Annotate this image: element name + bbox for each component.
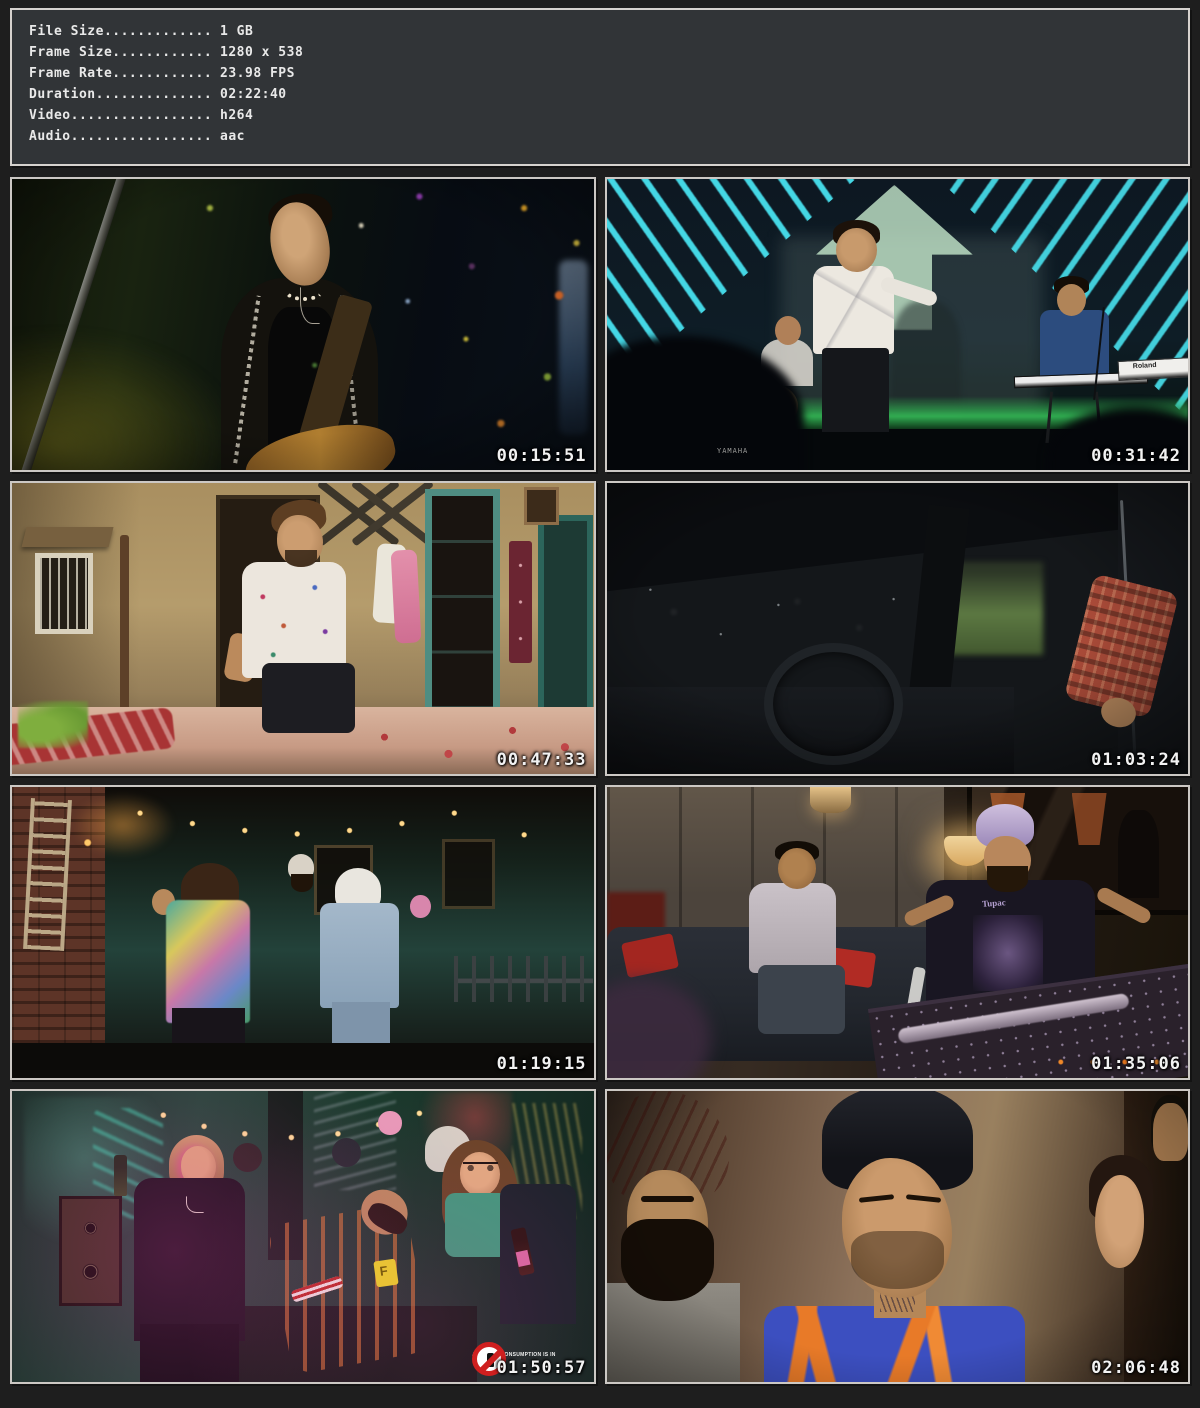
info-value: 23.98 FPS [212, 66, 295, 81]
frame-timestamp: 01:19:15 [497, 1054, 587, 1074]
vignette-overlay [12, 179, 594, 470]
info-row-frame-size: Frame Size............1280 x 538 [29, 42, 1188, 63]
keyboardist-face [1057, 284, 1086, 316]
info-label: Duration [29, 87, 96, 102]
vignette-overlay [607, 1091, 1189, 1382]
info-label: Frame Size [29, 45, 112, 60]
tshirt-graphic [973, 915, 1043, 991]
seated-man-face [778, 848, 816, 889]
turban-man-beard [291, 874, 313, 891]
info-label: File Size [29, 24, 104, 39]
teal-door-far [538, 515, 593, 713]
video-frame-thumbnail-7: F ALCOHOL CONSUMPTION IS IN 01:50:57 [10, 1089, 596, 1384]
hanging-clothes-pink [390, 549, 421, 643]
video-frame-thumbnail-2: YAMAHA Roland 00:31:42 [605, 177, 1191, 472]
info-row-frame-rate: Frame Rate............23.98 FPS [29, 63, 1188, 84]
doodle-shirt [242, 562, 347, 678]
video-frame-thumbnail-5: 01:19:15 [10, 785, 596, 1080]
window-awning [21, 527, 113, 547]
info-label: Frame Rate [29, 66, 112, 81]
frame-timestamp: 01:03:24 [1091, 750, 1181, 770]
video-frame-thumbnail-3: 00:47:33 [10, 481, 596, 776]
contact-sheet-page: File Size.............1 GB Frame Size...… [0, 8, 1200, 1384]
plant-leaves [18, 701, 88, 748]
info-dots: ................. [71, 129, 213, 144]
video-frame-thumbnail-1: 00:15:51 [10, 177, 596, 472]
drum-brand-label: YAMAHA [717, 447, 748, 455]
wall-textile [509, 541, 532, 663]
seated-man-jeans [758, 965, 845, 1035]
singer-pants [822, 348, 889, 432]
singer-face [836, 228, 877, 272]
denim-jacket [320, 903, 399, 1008]
drummer-face [775, 316, 801, 345]
info-row-video: Video.................h264 [29, 105, 1188, 126]
info-row-file-size: File Size.............1 GB [29, 21, 1188, 42]
picture-frame [524, 487, 559, 525]
info-label: Audio [29, 129, 71, 144]
bystander-face [410, 895, 430, 918]
thumbnail-grid: 00:15:51 YAMAHA Roland [10, 177, 1190, 1384]
media-info-panel: File Size.............1 GB Frame Size...… [10, 8, 1190, 166]
seated-man-sweatshirt [749, 883, 836, 973]
figure-behind-glass [1118, 810, 1159, 897]
video-frame-thumbnail-6: Tupac 01:35:06 [605, 785, 1191, 1080]
producer-beard [987, 866, 1028, 892]
patch-letter: F [374, 1258, 398, 1279]
man-pants [262, 663, 355, 733]
wall-sconce [810, 787, 851, 813]
vignette-overlay [607, 483, 1189, 774]
video-frame-thumbnail-8: 02:06:48 [605, 1089, 1191, 1384]
railing [454, 956, 594, 1003]
colorful-shawl [166, 900, 250, 1022]
letter-patch: F [374, 1258, 400, 1287]
roland-keyboard: Roland [1118, 357, 1190, 381]
info-value: 1 GB [212, 24, 253, 39]
frame-timestamp: 01:35:06 [1091, 1054, 1181, 1074]
info-dots: ............ [112, 66, 212, 81]
drain-pipe [120, 535, 129, 721]
frame-timestamp: 02:06:48 [1091, 1358, 1181, 1378]
info-value: 02:22:40 [212, 87, 286, 102]
info-value: 1280 x 538 [212, 45, 303, 60]
frame-timestamp: 00:31:42 [1091, 446, 1181, 466]
info-label: Video [29, 108, 71, 123]
video-frame-thumbnail-4: 01:03:24 [605, 481, 1191, 776]
tshirt-text: Tupac [981, 897, 1005, 909]
barred-window [35, 553, 93, 634]
info-dots: ............ [112, 45, 212, 60]
keyboard-brand-label: Roland [1119, 358, 1190, 371]
info-value: aac [212, 129, 245, 144]
info-value: h264 [212, 108, 253, 123]
frame-timestamp: 00:47:33 [497, 750, 587, 770]
info-dots: ............. [104, 24, 212, 39]
info-dots: .............. [96, 87, 213, 102]
info-row-audio: Audio.................aac [29, 126, 1188, 147]
frame-timestamp: 00:15:51 [497, 446, 587, 466]
info-dots: ................. [71, 108, 213, 123]
magenta-light-wash [12, 1091, 594, 1382]
teal-door [425, 489, 501, 716]
info-row-duration: Duration..............02:22:40 [29, 84, 1188, 105]
frame-timestamp: 01:50:57 [497, 1358, 587, 1378]
